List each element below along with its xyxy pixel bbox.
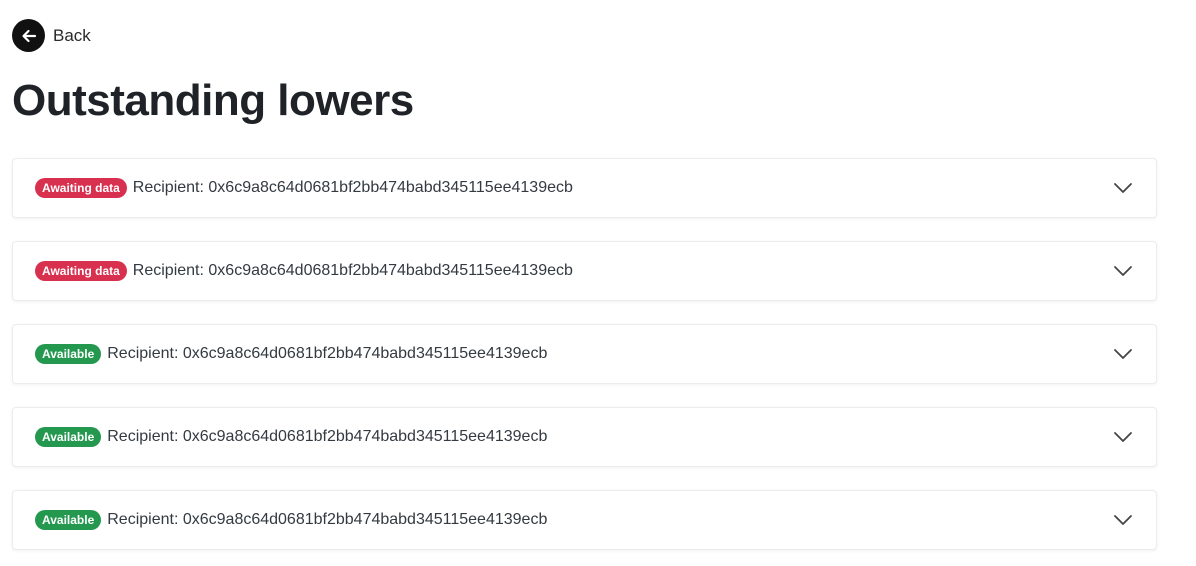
status-badge: Awaiting data (35, 261, 127, 281)
chevron-down-icon[interactable] (1112, 426, 1134, 448)
page-title: Outstanding lowers (12, 76, 414, 125)
recipient-text: Recipient: 0x6c9a8c64d0681bf2bb474babd34… (107, 428, 548, 445)
recipient-text: Recipient: 0x6c9a8c64d0681bf2bb474babd34… (132, 262, 573, 279)
list-item[interactable]: Available Recipient: 0x6c9a8c64d0681bf2b… (12, 490, 1157, 550)
list-item[interactable]: Available Recipient: 0x6c9a8c64d0681bf2b… (12, 407, 1157, 467)
chevron-down-icon[interactable] (1112, 343, 1134, 365)
arrow-left-icon[interactable] (12, 19, 45, 52)
recipient-text: Recipient: 0x6c9a8c64d0681bf2bb474babd34… (107, 511, 548, 528)
list-item[interactable]: Awaiting data Recipient: 0x6c9a8c64d0681… (12, 158, 1157, 218)
recipient-text: Recipient: 0x6c9a8c64d0681bf2bb474babd34… (107, 345, 548, 362)
chevron-down-icon[interactable] (1112, 177, 1134, 199)
status-badge: Available (35, 427, 102, 447)
chevron-down-icon[interactable] (1112, 260, 1134, 282)
status-badge: Awaiting data (35, 178, 127, 198)
back-button[interactable]: Back (12, 19, 91, 52)
list-item[interactable]: Awaiting data Recipient: 0x6c9a8c64d0681… (12, 241, 1157, 301)
page: Back Outstanding lowers Awaiting data Re… (0, 0, 1196, 566)
back-label[interactable]: Back (53, 26, 91, 46)
status-badge: Available (35, 510, 102, 530)
chevron-down-icon[interactable] (1112, 509, 1134, 531)
recipient-text: Recipient: 0x6c9a8c64d0681bf2bb474babd34… (132, 179, 573, 196)
lowers-list: Awaiting data Recipient: 0x6c9a8c64d0681… (12, 158, 1157, 566)
list-item[interactable]: Available Recipient: 0x6c9a8c64d0681bf2b… (12, 324, 1157, 384)
status-badge: Available (35, 344, 102, 364)
